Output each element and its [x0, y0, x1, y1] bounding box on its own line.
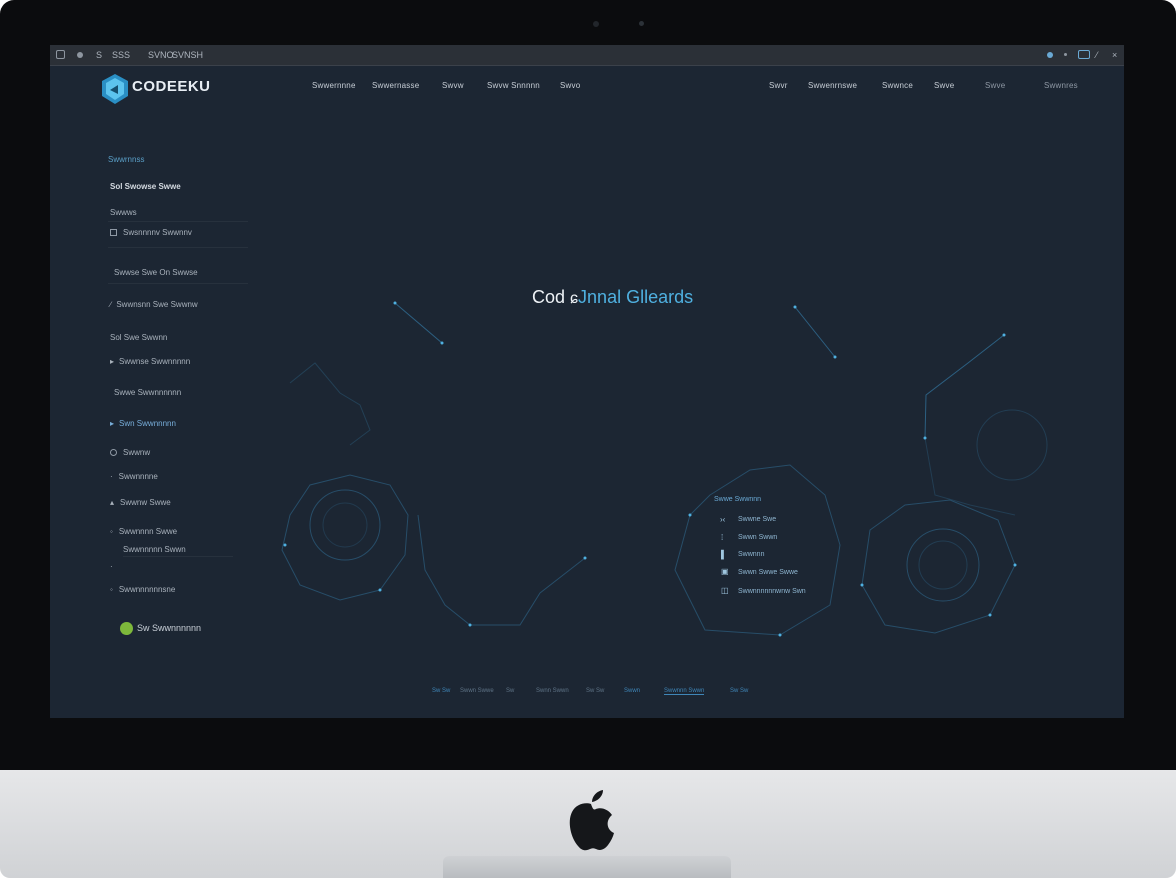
- network-diagram: [281, 301, 1048, 637]
- diagram-line: [794, 306, 836, 358]
- footer-item[interactable]: Swnn Swwn: [536, 688, 569, 694]
- screen: S SSS SVNO SVNSH ⁄ × CODEEKU Swwernnne S…: [50, 45, 1124, 718]
- card-title: Swwe Swwnnn: [714, 496, 762, 503]
- card-row[interactable]: Swwn Swwn: [738, 534, 777, 541]
- diagram-line: [924, 334, 1005, 439]
- camera-sensor: [639, 21, 644, 26]
- diagram-node-shape: [281, 474, 409, 601]
- diagram-node-shape: [861, 499, 1016, 634]
- diagram-ring: [309, 489, 381, 561]
- box-icon: ▣: [721, 567, 729, 576]
- camera: [593, 21, 599, 27]
- card-row[interactable]: Swwnnnnnnwnw Swn: [738, 588, 806, 595]
- diagram-ring: [976, 409, 1048, 481]
- diagram-line: [394, 302, 443, 344]
- bar-icon: ▌: [721, 550, 727, 559]
- card-row[interactable]: Swwne Swe: [738, 516, 776, 523]
- diagram-line: [417, 514, 586, 626]
- shield-icon: ◫: [721, 586, 729, 595]
- footer-item[interactable]: Sw: [506, 688, 514, 694]
- diagram-node-shape: [674, 464, 841, 636]
- footer-item[interactable]: Swwnnn Swwn: [664, 688, 705, 695]
- file-icon: ⁞: [721, 533, 724, 542]
- diagram-line: [289, 362, 371, 446]
- card-row[interactable]: Swwn Swwe Swwe: [738, 569, 798, 576]
- footer-item[interactable]: Swwn Swwe: [460, 688, 494, 694]
- footer-item[interactable]: Sw Sw: [586, 688, 604, 694]
- footer-item[interactable]: Swwn: [624, 688, 640, 694]
- footer-item[interactable]: Sw Sw: [730, 688, 748, 694]
- diagram-ring: [918, 540, 968, 590]
- diagram-line: [924, 437, 1016, 516]
- monitor-stand: [443, 856, 731, 878]
- diagram-ring: [322, 502, 368, 548]
- apple-logo-icon: [569, 790, 614, 851]
- card-row[interactable]: Swwnnn: [738, 551, 764, 558]
- footer: Sw Sw Swwn Swwe Sw Swnn Swwn Sw Sw Swwn …: [430, 688, 770, 700]
- diagram-ring: [906, 528, 980, 602]
- footer-item[interactable]: Sw Sw: [432, 688, 450, 694]
- code-icon: ›‹: [720, 515, 726, 524]
